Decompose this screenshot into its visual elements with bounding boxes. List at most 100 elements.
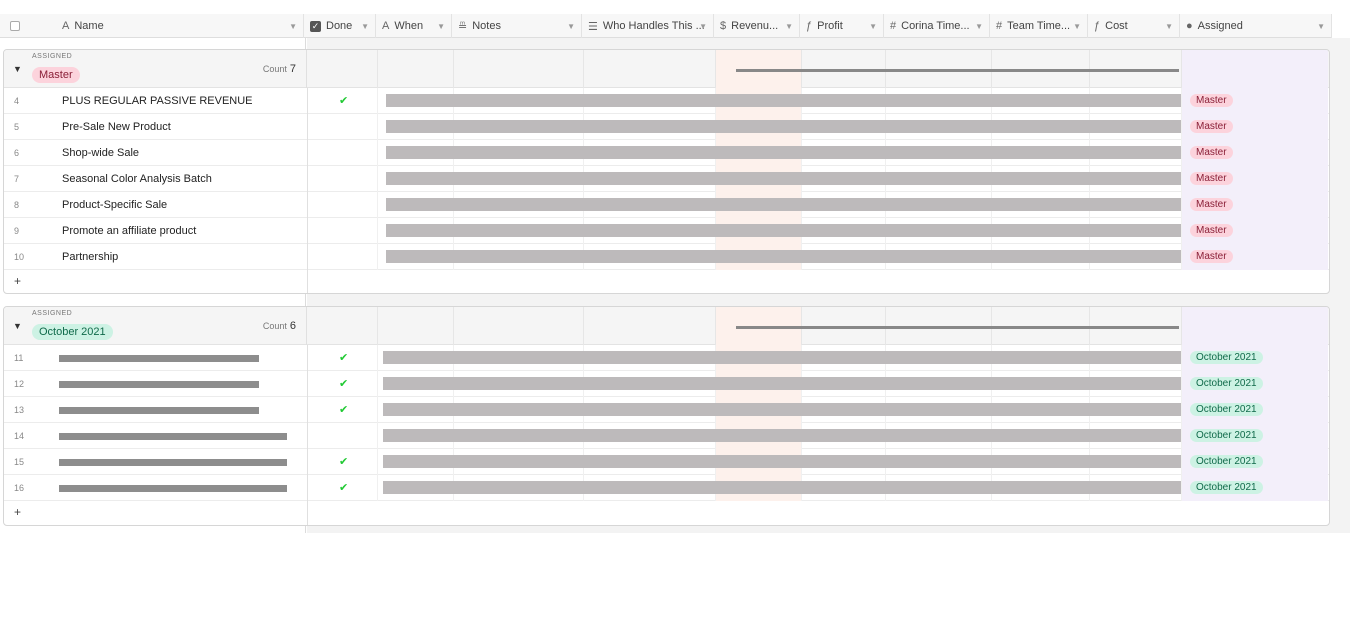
chevron-down-icon[interactable]: ▼ [785, 22, 793, 31]
done-check-icon[interactable]: ✔ [339, 455, 348, 468]
column-header-profit[interactable]: ƒ Profit ▼ [800, 14, 884, 38]
group-master: ▼ ASSIGNED Master Count 7 4 PLUS REGULAR PASSI… [3, 49, 1330, 294]
column-header-label: Revenu... [731, 20, 779, 32]
table-row[interactable]: 13 ✔ October 2021 [4, 397, 1329, 423]
redacted-cells [383, 455, 1181, 468]
table-row[interactable]: 9 Promote an affiliate product Master [4, 218, 1329, 244]
table-row[interactable]: 4 PLUS REGULAR PASSIVE REVENUE ✔ Master [4, 88, 1329, 114]
record-name[interactable]: Product-Specific Sale [62, 199, 167, 211]
chevron-down-icon[interactable]: ▼ [1165, 22, 1173, 31]
redacted-record-name[interactable] [59, 407, 259, 414]
chevron-down-icon[interactable]: ▼ [437, 22, 445, 31]
formula-icon: ƒ [806, 20, 813, 32]
row-number: 13 [14, 405, 25, 415]
column-divider [377, 423, 378, 449]
checkbox-icon: ✓ [310, 20, 321, 32]
select-all-checkbox[interactable] [0, 14, 52, 38]
group-count-value: 7 [289, 63, 296, 75]
redacted-record-name[interactable] [59, 459, 287, 466]
add-record-button[interactable]: + [14, 505, 21, 519]
chevron-down-icon[interactable]: ▼ [869, 22, 877, 31]
done-check-icon[interactable]: ✔ [339, 481, 348, 494]
group-header-summary: ▼ ASSIGNED October 2021 Count 6 [4, 307, 307, 345]
number-icon: # [996, 20, 1003, 32]
table-row[interactable]: 8 Product-Specific Sale Master [4, 192, 1329, 218]
redacted-cells [383, 351, 1181, 364]
column-header-label: Team Time... [1007, 20, 1071, 32]
chevron-down-icon[interactable]: ▼ [699, 22, 707, 31]
column-header-notes[interactable]: ≞ Notes ▼ [452, 14, 582, 38]
add-record-row[interactable]: + [4, 501, 1329, 525]
chevron-down-icon[interactable]: ▼ [975, 22, 983, 31]
column-header-revenue[interactable]: $ Revenu... ▼ [714, 14, 800, 38]
table-row[interactable]: 10 Partnership Master [4, 244, 1329, 270]
column-divider [715, 50, 716, 88]
assigned-pill: Master [1190, 250, 1233, 263]
table-row[interactable]: 7 Seasonal Color Analysis Batch Master [4, 166, 1329, 192]
grid-view: A Name ▼ ✓ Done ▼ A When ▼ ≞ Notes ▼ ☰ Who Handles Th… [0, 0, 1350, 625]
add-record-button[interactable]: + [14, 274, 21, 288]
assigned-pill: Master [1190, 146, 1233, 159]
record-name[interactable]: Promote an affiliate product [62, 225, 196, 237]
column-divider [1181, 140, 1182, 166]
column-header-row: A Name ▼ ✓ Done ▼ A When ▼ ≞ Notes ▼ ☰ Who Handles Th… [0, 14, 1332, 38]
chevron-down-icon[interactable]: ▼ [361, 22, 369, 31]
assigned-pill: October 2021 [1190, 429, 1263, 442]
assigned-column-tint [1181, 50, 1328, 88]
done-check-icon[interactable]: ✔ [339, 403, 348, 416]
assigned-pill: October 2021 [1190, 481, 1263, 494]
table-row[interactable]: 11 ✔ October 2021 [4, 345, 1329, 371]
column-header-when[interactable]: A When ▼ [376, 14, 452, 38]
chevron-down-icon[interactable]: ▼ [567, 22, 575, 31]
collapse-group-icon[interactable]: ▼ [13, 321, 22, 331]
done-check-icon[interactable]: ✔ [339, 94, 348, 107]
record-name[interactable]: Shop-wide Sale [62, 147, 139, 159]
column-header-label: Who Handles This ... [602, 20, 705, 32]
redacted-record-name[interactable] [59, 433, 287, 440]
column-header-corina-time[interactable]: # Corina Time... ▼ [884, 14, 990, 38]
record-name[interactable]: PLUS REGULAR PASSIVE REVENUE [62, 95, 253, 107]
column-divider [1181, 166, 1182, 192]
redacted-record-name[interactable] [59, 355, 259, 362]
column-header-assigned[interactable]: ● Assigned ▼ [1180, 14, 1332, 38]
redacted-record-name[interactable] [59, 381, 259, 388]
column-header-done[interactable]: ✓ Done ▼ [304, 14, 376, 38]
assigned-pill: Master [1190, 172, 1233, 185]
column-divider [377, 475, 378, 501]
chevron-down-icon[interactable]: ▼ [289, 22, 297, 31]
done-check-icon[interactable]: ✔ [339, 377, 348, 390]
collapse-group-icon[interactable]: ▼ [13, 64, 22, 74]
table-row[interactable]: 16 ✔ October 2021 [4, 475, 1329, 501]
column-header-label: Name [74, 20, 104, 32]
table-row[interactable]: 14 October 2021 [4, 423, 1329, 449]
multi-select-icon: ☰ [588, 20, 598, 33]
record-name[interactable]: Partnership [62, 251, 118, 263]
column-divider [377, 345, 378, 371]
text-icon: A [382, 20, 390, 32]
group-count-value: 6 [289, 320, 296, 332]
group-field-label: ASSIGNED [32, 310, 73, 317]
record-name[interactable]: Seasonal Color Analysis Batch [62, 173, 212, 185]
table-row[interactable]: 5 Pre-Sale New Product Master [4, 114, 1329, 140]
record-name[interactable]: Pre-Sale New Product [62, 121, 171, 133]
column-header-who-handles[interactable]: ☰ Who Handles This ... ▼ [582, 14, 714, 38]
add-record-row[interactable]: + [4, 270, 1329, 293]
chevron-down-icon[interactable]: ▼ [1073, 22, 1081, 31]
column-header-cost[interactable]: ƒ Cost ▼ [1088, 14, 1180, 38]
frozen-divider [307, 397, 308, 423]
column-header-team-time[interactable]: # Team Time... ▼ [990, 14, 1088, 38]
chevron-down-icon[interactable]: ▼ [1317, 22, 1325, 31]
redacted-cells [383, 481, 1181, 494]
done-check-icon[interactable]: ✔ [339, 351, 348, 364]
table-row[interactable]: 6 Shop-wide Sale Master [4, 140, 1329, 166]
redacted-record-name[interactable] [59, 485, 287, 492]
column-header-name[interactable]: A Name ▼ [52, 14, 304, 38]
table-row[interactable]: 12 ✔ October 2021 [4, 371, 1329, 397]
column-divider [377, 88, 378, 114]
redacted-cells [386, 94, 1181, 107]
row-number: 14 [14, 431, 25, 441]
table-row[interactable]: 15 ✔ October 2021 [4, 449, 1329, 475]
group-value-pill: Master [32, 67, 80, 83]
row-number: 15 [14, 457, 25, 467]
column-header-label: Profit [817, 20, 843, 32]
